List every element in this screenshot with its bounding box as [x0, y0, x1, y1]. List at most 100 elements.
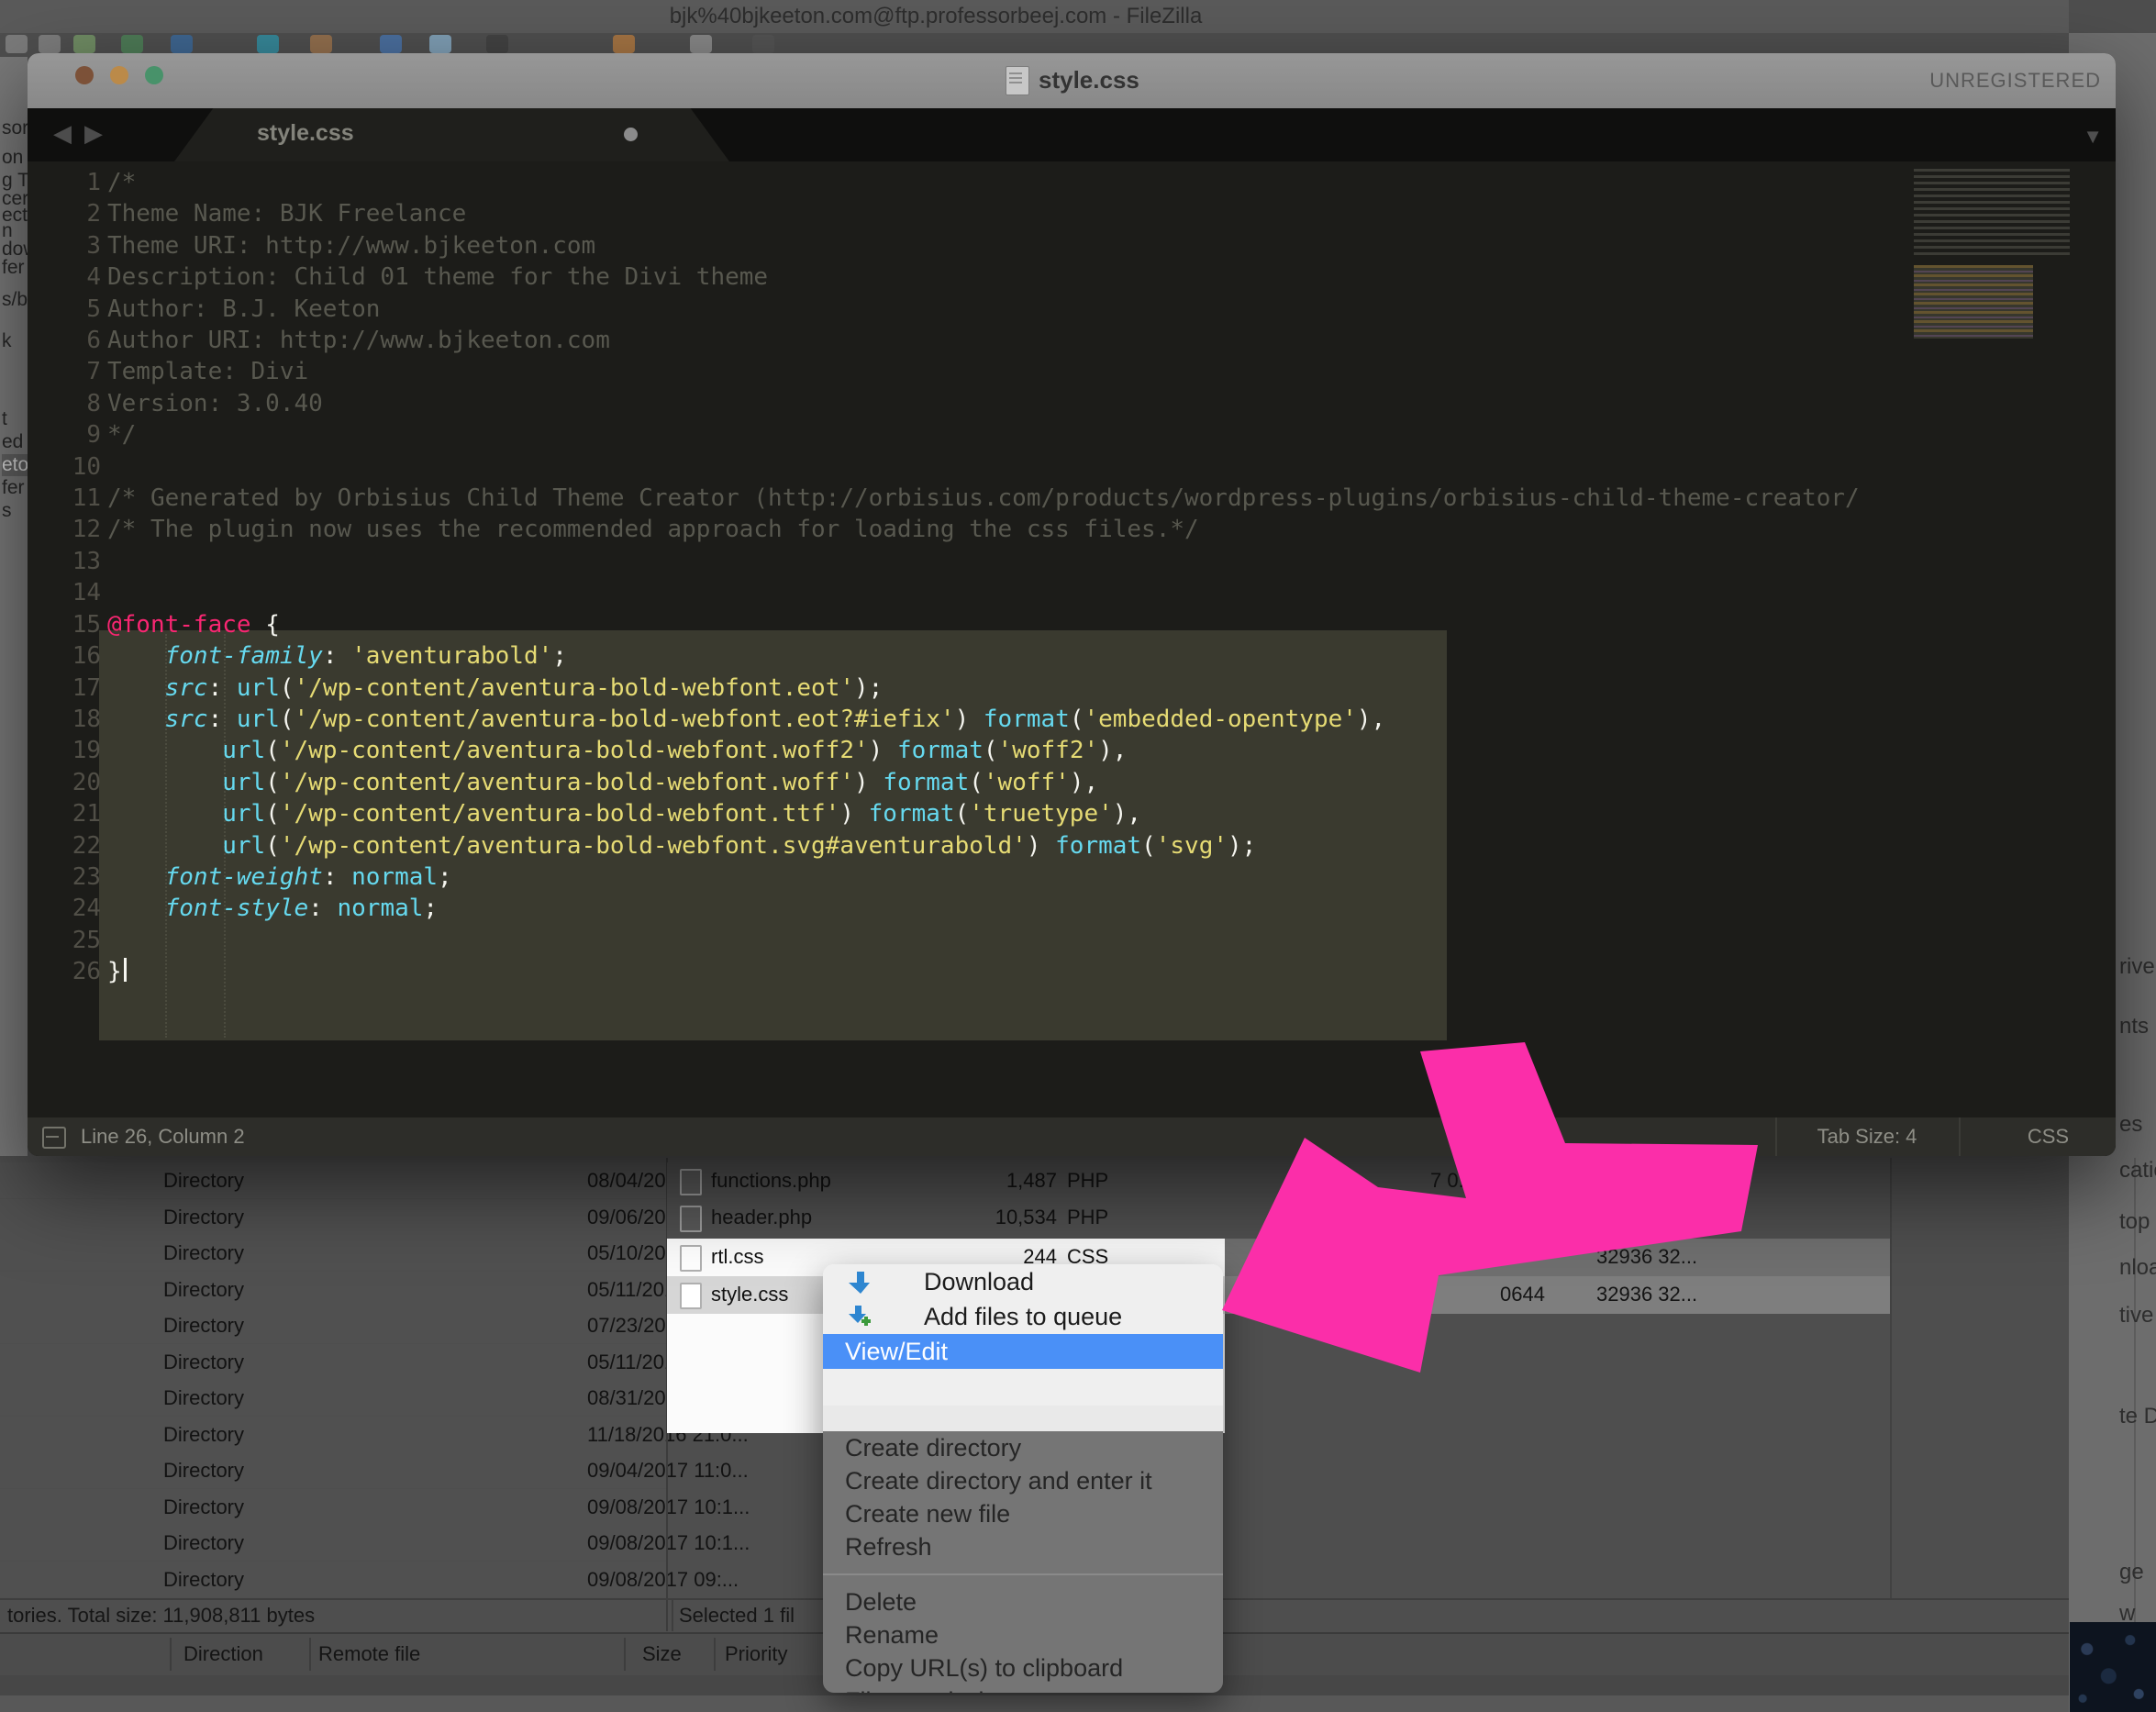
code-line-10: [107, 451, 1860, 483]
menu-item-download[interactable]: Download: [823, 1264, 1223, 1299]
directory-row[interactable]: Directory08/31/2017 13:3...: [0, 1380, 666, 1416]
filter-icon[interactable]: [380, 35, 402, 53]
status-selected: Selected 1 fil: [679, 1604, 795, 1628]
tree-icon[interactable]: [121, 35, 143, 53]
directory-row[interactable]: Directory07/23/2017 13:1...: [0, 1307, 666, 1343]
minimap[interactable]: [1914, 169, 2097, 444]
directory-date: 09/08/2017 10:1...: [587, 1495, 750, 1519]
menu-item-create-new-file[interactable]: Create new file: [823, 1497, 1223, 1530]
filezilla-left-fragment: fer: [2, 257, 25, 279]
tab-nav-arrows-icon[interactable]: ◀▶: [53, 119, 116, 148]
code-line-6: Author URI: http://www.bjkeeton.com: [107, 325, 1860, 356]
zoom-button[interactable]: [145, 66, 163, 84]
tab-style-css[interactable]: style.css: [174, 108, 729, 161]
directory-row[interactable]: Directory09/04/2017 11:0...: [0, 1452, 666, 1488]
code-line-26: }: [107, 956, 1860, 987]
finder-sidebar-item-fragment: ge: [2119, 1560, 2144, 1585]
code-line-4: Description: Child 01 theme for the Divi…: [107, 261, 1860, 293]
file-name: rtl.css: [711, 1245, 763, 1269]
directory-type: Directory: [163, 1278, 244, 1302]
code-line-18: src: url('/wp-content/aventura-bold-webf…: [107, 704, 1860, 735]
directory-type: Directory: [163, 1459, 244, 1483]
minimap-comments: [1914, 169, 2070, 256]
code-line-21: url('/wp-content/aventura-bold-webfont.t…: [107, 798, 1860, 829]
process-icon[interactable]: [486, 35, 508, 53]
file-row-functions-php[interactable]: functions.php1,487PHP7 0...6 32...: [667, 1162, 1890, 1199]
file-icon: [680, 1283, 702, 1309]
directory-row[interactable]: Directory08/04/2017 10:3...: [0, 1162, 666, 1198]
directory-row[interactable]: Directory05/11/2017 13:1...: [0, 1272, 666, 1307]
menu-item-create-directory-and-enter-it[interactable]: Create directory and enter it: [823, 1464, 1223, 1497]
file-name: header.php: [711, 1206, 812, 1229]
file-icon: [680, 1245, 702, 1272]
directory-row[interactable]: Directory05/10/2017 15:2...: [0, 1235, 666, 1271]
menu-item-rename[interactable]: Rename: [823, 1618, 1223, 1651]
filezilla-left-fragment: sor: [2, 117, 28, 139]
directory-row[interactable]: Directory09/08/2017 09:...: [0, 1562, 666, 1597]
download-plus-icon: [849, 1305, 872, 1328]
server-icon[interactable]: [6, 35, 28, 53]
server-icon[interactable]: [39, 35, 61, 53]
folder-circle-icon[interactable]: [310, 35, 332, 53]
context-menu: DownloadAdd files to queueView/Edit Crea…: [823, 1264, 1223, 1693]
menu-item-copy-url-s-to-clipboard[interactable]: Copy URL(s) to clipboard: [823, 1651, 1223, 1684]
divider: [624, 1638, 626, 1671]
directory-row[interactable]: Directory11/18/2016 21:0...: [0, 1417, 666, 1452]
tab-size-indicator[interactable]: Tab Size: 4: [1775, 1125, 1959, 1149]
queue-column-size[interactable]: Size: [642, 1642, 682, 1666]
menu-item-delete[interactable]: Delete: [823, 1585, 1223, 1618]
right-pane-edge: [1890, 1158, 1892, 1598]
editor-status-bar: Line 26, Column 2 Tab Size: 4 CSS: [28, 1117, 2116, 1156]
file-permissions: 0644: [1500, 1283, 1545, 1306]
user-icon[interactable]: [613, 35, 635, 53]
code-line-20: url('/wp-content/aventura-bold-webfont.w…: [107, 767, 1860, 798]
file-owner-group: 32...: [1596, 1206, 1693, 1229]
menu-item-refresh[interactable]: Refresh: [823, 1530, 1223, 1563]
file-owner-group: 32936 32...: [1596, 1245, 1693, 1269]
queue-column-direction[interactable]: Direction: [183, 1642, 263, 1666]
editor-titlebar[interactable]: style.css UNREGISTERED: [28, 53, 2116, 108]
directory-row[interactable]: Directory09/08/2017 10:1...: [0, 1525, 666, 1561]
layout-icon[interactable]: [42, 1127, 66, 1149]
panel-icon[interactable]: [690, 35, 712, 53]
minimap-code-block: [1914, 265, 2033, 339]
file-name: functions.php: [711, 1169, 831, 1193]
close-button[interactable]: [75, 66, 94, 84]
file-name: style.css: [711, 1283, 788, 1306]
dots-icon[interactable]: [752, 35, 774, 53]
file-owner-group: 32936 32...: [1596, 1283, 1693, 1306]
code-line-25: [107, 925, 1860, 956]
compare-icon[interactable]: [257, 35, 279, 53]
filezilla-left-fragment: t: [2, 408, 7, 430]
menu-item-add-files-to-queue[interactable]: Add files to queue: [823, 1299, 1223, 1334]
menu-item-create-directory[interactable]: Create directory: [823, 1431, 1223, 1464]
file-row-header-php[interactable]: header.php10,534PHP32...: [667, 1199, 1890, 1239]
screen: bjk%40bjkeeton.com@ftp.professorbeej.com…: [0, 0, 2156, 1712]
syntax-indicator[interactable]: CSS: [1959, 1125, 2116, 1149]
modified-dot-icon: [624, 128, 638, 141]
finder-sidebar-item-fragment: rive: [2119, 954, 2155, 980]
sublime-text-window: style.css UNREGISTERED ◀▶ style.css ▼ 12…: [28, 53, 2116, 1156]
preview-icon[interactable]: [429, 35, 451, 53]
tab-overflow-icon[interactable]: ▼: [2083, 125, 2103, 149]
line-number-gutter: 1234567891011121314151617181920212223242…: [28, 167, 101, 988]
queue-column-priority[interactable]: Priority: [725, 1642, 787, 1666]
mountain-icon[interactable]: [171, 35, 193, 53]
filezilla-left-fragment: eto: [2, 454, 28, 476]
menu-item-file-permissions-[interactable]: File permissions...: [823, 1684, 1223, 1693]
code-editor-area[interactable]: 1234567891011121314151617181920212223242…: [28, 161, 2116, 1156]
code-line-9: */: [107, 419, 1860, 450]
minimize-button[interactable]: [110, 66, 128, 84]
unregistered-label: UNREGISTERED: [1929, 69, 2101, 93]
file-date-fragment: 7 0...: [1430, 1169, 1475, 1193]
directory-row[interactable]: Directory05/11/2017 14:3...: [0, 1344, 666, 1380]
queue-column-remote-file[interactable]: Remote file: [318, 1642, 420, 1666]
menu-item-view-edit[interactable]: View/Edit: [823, 1334, 1223, 1369]
code-line-1: /*: [107, 167, 1860, 198]
directory-row[interactable]: Directory09/08/2017 10:1...: [0, 1489, 666, 1525]
code-line-15: @font-face {: [107, 609, 1860, 640]
finder-sidebar-item-fragment: tive Clo: [2119, 1303, 2156, 1328]
site-manager-icon[interactable]: [73, 35, 95, 53]
filezilla-left-fragment: ed: [2, 431, 23, 453]
directory-row[interactable]: Directory09/06/2017 09:...: [0, 1199, 666, 1235]
